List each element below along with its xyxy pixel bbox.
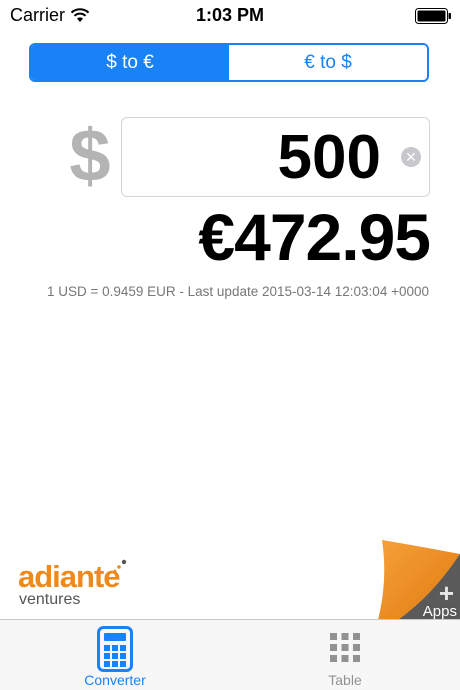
amount-field[interactable]: ✕ [121, 117, 430, 197]
segment-usd-to-eur[interactable]: $ to € [31, 45, 229, 80]
status-time: 1:03 PM [195, 5, 265, 25]
logo-main-text: adiante [18, 559, 121, 594]
clear-icon[interactable]: ✕ [401, 147, 421, 167]
exchange-rate-info: 1 USD = 0.9459 EUR - Last update 2015-03… [46, 284, 429, 299]
tab-label-table: Table [328, 672, 362, 688]
conversion-direction-control[interactable]: $ to € € to $ [29, 43, 429, 82]
tab-label-converter: Converter [84, 672, 146, 688]
logo-sub-text: ventures [19, 591, 81, 608]
calculator-icon [97, 626, 133, 672]
amount-input[interactable] [141, 124, 381, 190]
tab-table[interactable]: Table [230, 620, 460, 690]
apps-label: Apps [422, 603, 457, 620]
logo-dots-icon [113, 559, 127, 573]
tab-converter[interactable]: Converter [0, 620, 230, 690]
segment-eur-to-usd[interactable]: € to $ [229, 45, 427, 80]
battery-icon [415, 8, 451, 24]
converted-result: €472.95 [198, 200, 431, 274]
adiante-ventures-logo[interactable]: adiante ventures [18, 559, 128, 609]
grid-icon [330, 633, 360, 662]
from-currency-symbol: $ [69, 114, 111, 197]
tab-bar: Converter Table [0, 619, 460, 690]
status-bar: Carrier 1:03 PM [0, 0, 460, 32]
